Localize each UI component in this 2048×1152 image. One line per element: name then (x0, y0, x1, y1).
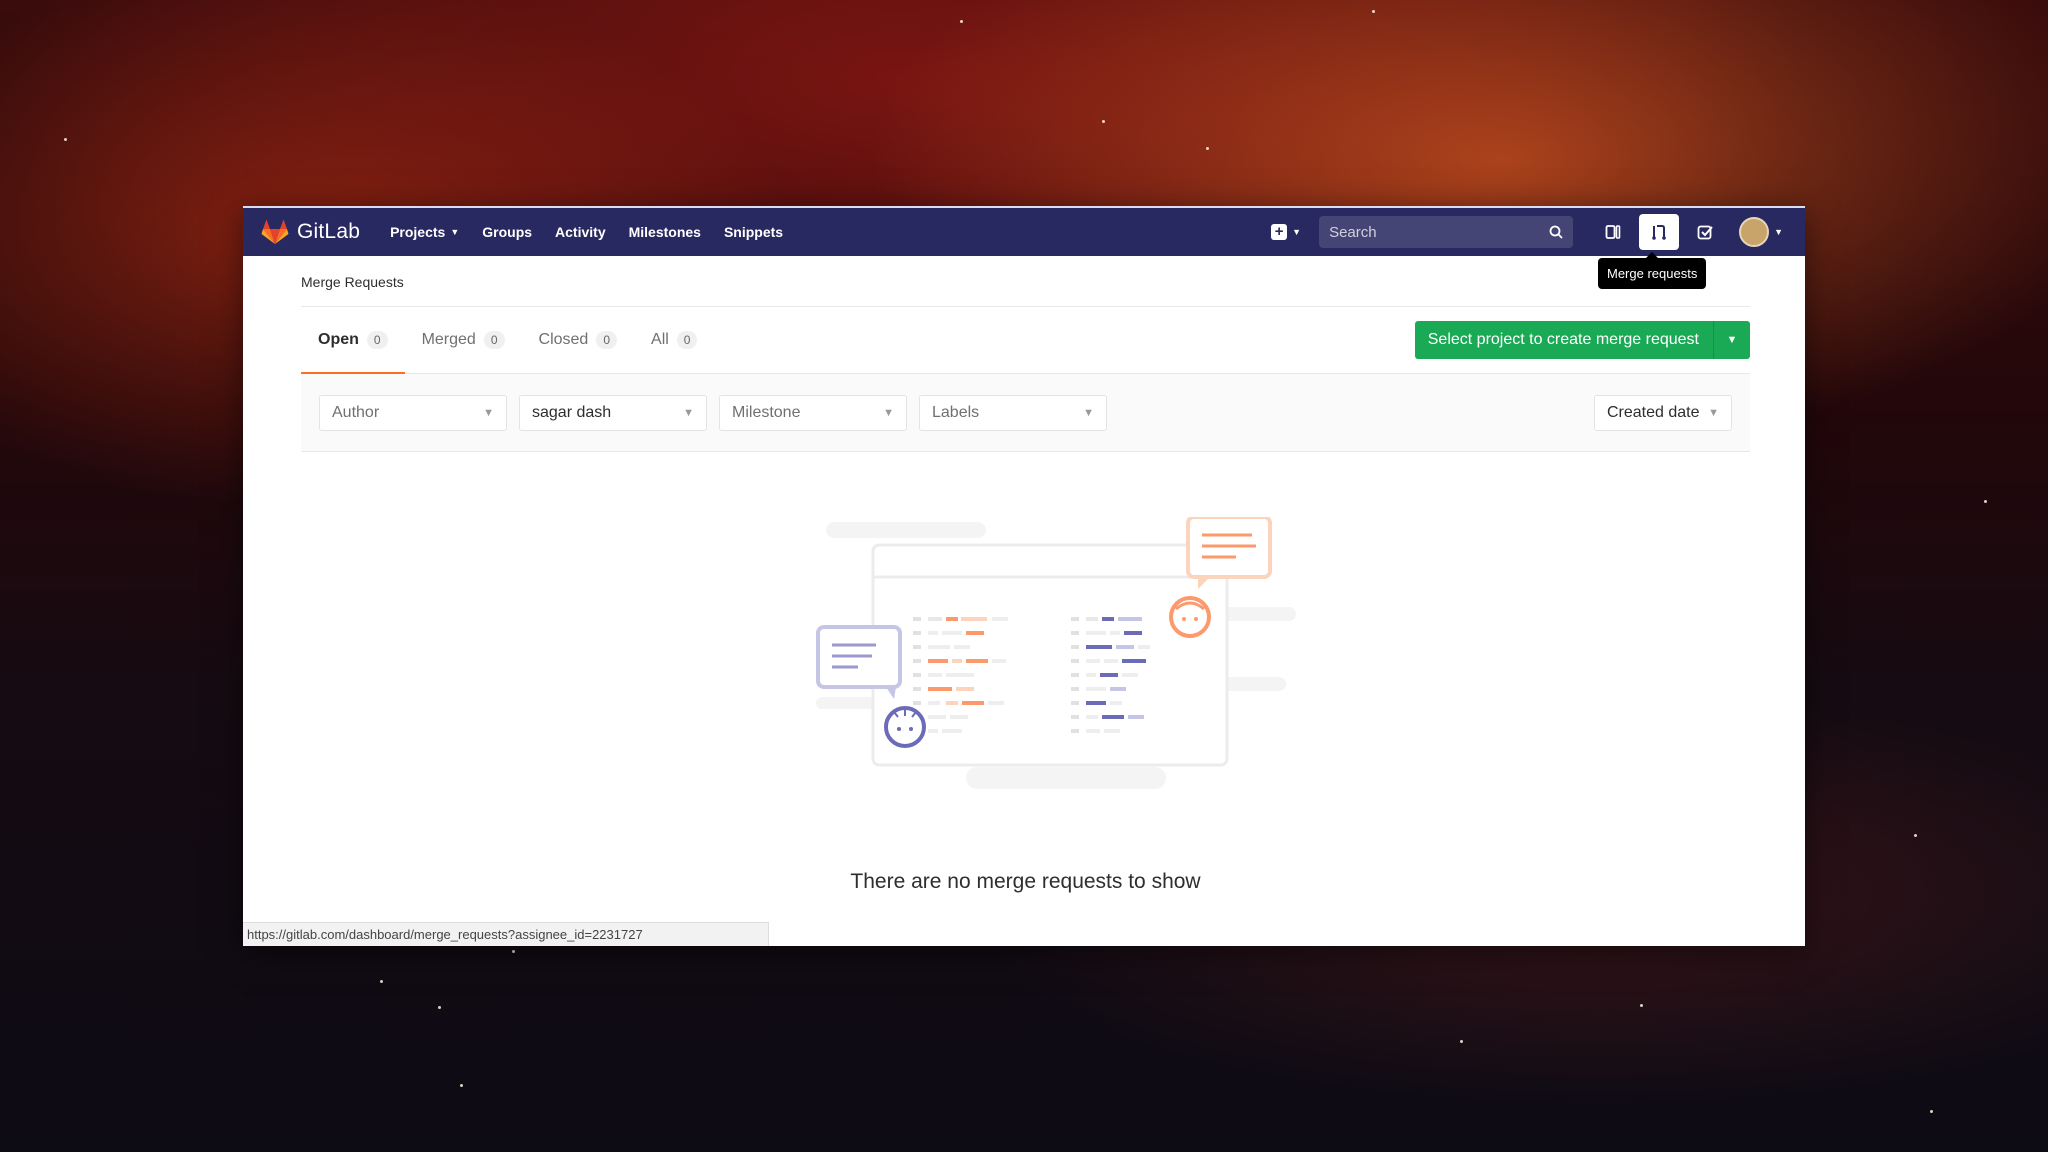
empty-state-message: There are no merge requests to show (850, 870, 1201, 893)
gitlab-wordmark: GitLab (297, 220, 361, 243)
issues-icon (1605, 225, 1621, 239)
chevron-down-icon: ▼ (483, 406, 494, 419)
navbar-right: + ▼ ▼ (1271, 214, 1783, 250)
merge-requests-button[interactable] (1639, 214, 1680, 250)
create-merge-request-split-button: Select project to create merge request ▼ (1414, 321, 1750, 359)
author-filter-dropdown[interactable]: Author ▼ (319, 394, 507, 431)
nav-projects[interactable]: Projects ▼ (390, 224, 459, 240)
purple-face-icon (884, 706, 926, 748)
plus-square-icon: + (1271, 224, 1288, 240)
empty-state-illustration (816, 517, 1296, 789)
tab-open-count: 0 (366, 331, 388, 349)
status-url: https://gitlab.com/dashboard/merge_reque… (247, 927, 643, 942)
tab-merged[interactable]: Merged 0 (405, 307, 522, 373)
merge-request-icon (1652, 225, 1666, 240)
tab-all-label: All (651, 331, 669, 348)
nav-snippets[interactable]: Snippets (724, 224, 783, 240)
create-merge-request-button[interactable]: Select project to create merge request (1414, 321, 1714, 359)
tab-all-count: 0 (676, 331, 698, 349)
sort-dropdown[interactable]: Created date ▼ (1594, 394, 1732, 431)
main-content: Merge Requests Open 0 Merged 0 Closed 0 … (243, 256, 1805, 922)
labels-filter-label: Labels (932, 403, 980, 421)
chevron-down-icon: ▼ (883, 406, 894, 419)
empty-state: There are no merge requests to show (301, 452, 1750, 922)
tab-merged-count: 0 (483, 331, 505, 349)
author-filter-label: Author (332, 403, 380, 421)
tab-open[interactable]: Open 0 (301, 307, 405, 374)
sort-label: Created date (1607, 403, 1700, 421)
browser-window: GitLab Projects ▼ Groups Activity Milest… (243, 206, 1805, 946)
assignee-filter-dropdown[interactable]: sagar dash ▼ (519, 394, 707, 431)
merge-requests-tooltip: Merge requests (1598, 252, 1707, 289)
filter-bar: Author ▼ sagar dash ▼ Milestone ▼ Labels… (301, 374, 1750, 452)
chevron-down-icon: ▼ (1292, 227, 1302, 237)
nav-activity[interactable]: Activity (555, 224, 606, 240)
tab-merged-label: Merged (421, 331, 476, 348)
labels-filter-dropdown[interactable]: Labels ▼ (919, 394, 1107, 431)
caret-down-icon: ▼ (1726, 334, 1738, 346)
todos-button[interactable] (1685, 214, 1725, 250)
milestone-filter-label: Milestone (732, 403, 801, 421)
search-icon[interactable] (1549, 225, 1563, 239)
tab-closed-count: 0 (596, 331, 618, 349)
top-navbar: GitLab Projects ▼ Groups Activity Milest… (243, 206, 1805, 256)
chevron-down-icon: ▼ (683, 406, 694, 419)
search-field[interactable] (1319, 216, 1574, 248)
nav-groups[interactable]: Groups (482, 224, 532, 240)
gitlab-home-link[interactable]: GitLab (261, 219, 360, 245)
search-input[interactable] (1319, 222, 1532, 242)
tab-all[interactable]: All 0 (634, 307, 714, 373)
user-menu[interactable]: ▼ (1739, 217, 1783, 247)
nav-activity-label: Activity (555, 224, 606, 240)
issues-button[interactable] (1593, 214, 1633, 250)
gitlab-logo-icon (261, 219, 289, 244)
todo-icon (1697, 225, 1713, 239)
tab-open-label: Open (318, 331, 359, 348)
nav-milestones[interactable]: Milestones (629, 224, 701, 240)
left-speech-bubble (816, 625, 902, 699)
tab-closed[interactable]: Closed 0 (522, 307, 635, 373)
breadcrumb: Merge Requests (301, 256, 1750, 307)
tab-closed-label: Closed (538, 331, 589, 348)
state-tabs: Open 0 Merged 0 Closed 0 All 0 Select pr… (301, 307, 1750, 374)
assignee-filter-value: sagar dash (532, 403, 612, 421)
create-merge-request-dropdown-toggle[interactable]: ▼ (1714, 321, 1750, 359)
chevron-down-icon: ▼ (1774, 227, 1783, 237)
chevron-down-icon: ▼ (450, 227, 460, 237)
avatar (1739, 217, 1770, 247)
browser-status-bar: https://gitlab.com/dashboard/merge_reque… (243, 922, 769, 946)
nav-snippets-label: Snippets (723, 224, 784, 240)
right-speech-bubble (1186, 517, 1272, 589)
orange-face-icon (1169, 596, 1211, 638)
chevron-down-icon: ▼ (1083, 406, 1094, 419)
main-nav-links: Projects ▼ Groups Activity Milestones Sn… (390, 224, 806, 240)
nav-projects-label: Projects (390, 224, 446, 240)
new-item-dropdown[interactable]: + ▼ (1271, 224, 1301, 240)
milestone-filter-dropdown[interactable]: Milestone ▼ (719, 394, 907, 431)
chevron-down-icon: ▼ (1708, 406, 1719, 419)
nav-groups-label: Groups (482, 224, 533, 240)
nav-milestones-label: Milestones (628, 224, 701, 240)
